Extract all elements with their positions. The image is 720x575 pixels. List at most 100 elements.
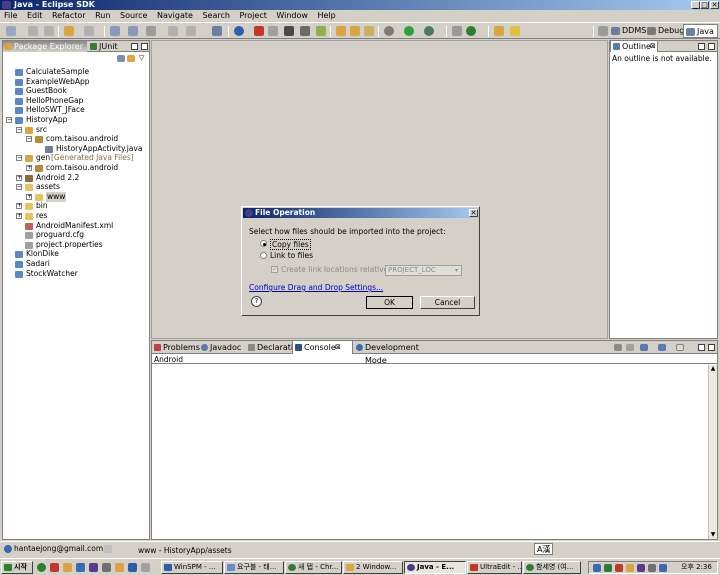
tree-item[interactable]: + bin <box>5 201 149 211</box>
close-tab-icon[interactable]: ⊠ <box>335 341 341 354</box>
open-folder-icon[interactable] <box>494 26 504 36</box>
tray-icon[interactable] <box>648 564 656 572</box>
ie-icon[interactable] <box>76 563 85 572</box>
close-button[interactable]: ✕ <box>710 1 719 9</box>
tab-junit[interactable]: JUnit <box>88 41 128 52</box>
start-button[interactable]: 시작 <box>1 561 33 574</box>
perspective-java[interactable]: Java <box>683 24 718 38</box>
clear-console-icon[interactable] <box>614 344 622 351</box>
open-perspective-icon[interactable] <box>598 26 608 36</box>
bug-icon[interactable] <box>300 26 310 36</box>
tree-item[interactable]: StockWatcher <box>5 269 149 279</box>
wand-icon[interactable] <box>510 26 520 36</box>
forward-icon[interactable] <box>84 26 94 36</box>
task-blog[interactable]: 요구블 - 태... <box>224 561 284 574</box>
tree-item[interactable]: HelloSWT_JFace <box>5 105 149 115</box>
tree-item[interactable]: + Android 2.2 <box>5 173 149 183</box>
menu-window[interactable]: Window <box>276 11 308 20</box>
tab-problems[interactable]: Problems <box>152 341 200 354</box>
debug-run-icon[interactable] <box>384 26 394 36</box>
maximize-view-icon[interactable] <box>708 344 715 351</box>
menu-help[interactable]: Help <box>318 11 336 20</box>
tree-item[interactable]: + www <box>5 191 149 202</box>
tree-item[interactable]: CalculateSample <box>5 67 149 77</box>
maximize-view-icon[interactable] <box>708 43 715 50</box>
tab-console[interactable]: Console ⊠ <box>292 341 353 354</box>
minimize-button[interactable]: _ <box>691 1 700 9</box>
menu-project[interactable]: Project <box>239 11 266 20</box>
collapse-toggle-icon[interactable]: − <box>16 126 22 133</box>
view-menu-icon[interactable]: ▽ <box>139 54 144 62</box>
chevron-down-icon[interactable]: ▾ <box>452 266 461 275</box>
tree-item[interactable]: + com.taisou.android <box>5 163 149 173</box>
save-icon[interactable] <box>28 26 38 36</box>
coverage-icon[interactable] <box>452 26 462 36</box>
chrome-icon[interactable] <box>37 563 46 572</box>
device-icon[interactable] <box>284 26 294 36</box>
app-icon[interactable] <box>102 563 111 572</box>
scroll-lock-icon[interactable] <box>626 344 634 351</box>
perspective-debug[interactable]: Debug <box>645 24 687 38</box>
fast-view-icon[interactable] <box>104 545 112 553</box>
tree-item[interactable]: project.properties <box>5 240 149 250</box>
search-icon[interactable] <box>168 26 178 36</box>
maximize-button[interactable]: □ <box>700 1 709 9</box>
new-package-icon[interactable] <box>350 26 360 36</box>
print-icon[interactable] <box>44 26 54 36</box>
copy-files-label[interactable]: Copy files <box>270 239 311 250</box>
relative-link-checkbox[interactable]: ✓ <box>271 266 278 273</box>
expand-toggle-icon[interactable]: + <box>16 213 22 219</box>
tree-item[interactable]: − gen [Generated Java Files] <box>5 153 149 163</box>
expand-toggle-icon[interactable]: + <box>16 203 22 210</box>
menu-search[interactable]: Search <box>202 11 229 20</box>
task-chrome[interactable]: 새 탭 - Chr... <box>285 561 342 574</box>
tree-item[interactable]: + res <box>5 211 149 221</box>
tab-outline[interactable]: Outline ⊠ <box>610 41 658 52</box>
tree-item[interactable]: − src <box>5 125 149 135</box>
tree-item[interactable]: − com.taisou.android <box>5 134 149 144</box>
tab-javadoc[interactable]: Javadoc <box>199 341 246 354</box>
minimize-view-icon[interactable] <box>698 43 705 50</box>
tab-package-explorer[interactable]: Package Explorer <box>3 41 87 52</box>
debug-target-icon[interactable] <box>268 26 278 36</box>
perspective-ddms[interactable]: DDMS <box>609 24 649 38</box>
app-icon[interactable] <box>128 563 137 572</box>
app-icon[interactable] <box>115 563 124 572</box>
web-icon[interactable] <box>234 26 244 36</box>
app-icon[interactable] <box>89 563 98 572</box>
google-icon[interactable] <box>466 26 476 36</box>
tree-item[interactable]: Sadari <box>5 259 149 269</box>
menu-refactor[interactable]: Refactor <box>52 11 86 20</box>
display-console-icon[interactable] <box>640 344 648 351</box>
menu-file[interactable]: File <box>4 11 17 20</box>
tree-item[interactable]: − HistoryApp <box>5 115 149 125</box>
scroll-up-icon[interactable]: ▲ <box>709 365 717 373</box>
minimize-view-icon[interactable] <box>698 344 705 351</box>
scroll-down-icon[interactable]: ▼ <box>709 531 717 539</box>
task-messenger[interactable]: 함세영 (여... <box>523 561 581 574</box>
tree-item[interactable]: HelloPhoneGap <box>5 96 149 106</box>
collapse-toggle-icon[interactable]: − <box>26 136 32 143</box>
tree-item[interactable]: proguard.cfg <box>5 230 149 240</box>
gwt-icon[interactable] <box>254 26 264 36</box>
new-class-icon[interactable] <box>364 26 374 36</box>
help-icon[interactable]: ? <box>251 296 262 307</box>
menu-source[interactable]: Source <box>120 11 147 20</box>
collapse-toggle-icon[interactable]: − <box>16 155 22 162</box>
link-files-label[interactable]: Link to files <box>270 251 313 260</box>
expand-toggle-icon[interactable]: + <box>16 174 22 181</box>
tree-item[interactable]: ExampleWebApp <box>5 77 149 87</box>
dialog-close-button[interactable]: ✕ <box>469 209 478 217</box>
task-windows[interactable]: 2 Window... <box>343 561 403 574</box>
tree-item[interactable]: HistoryAppActivity.java <box>5 144 149 154</box>
annotation-icon[interactable] <box>186 26 196 36</box>
collapse-toggle-icon[interactable]: − <box>6 117 12 123</box>
console-scrollbar[interactable]: ▲ ▼ <box>708 365 717 539</box>
maximize-view-icon[interactable] <box>141 43 148 50</box>
tree-item[interactable]: KlonDike <box>5 249 149 259</box>
new-project-icon[interactable] <box>336 26 346 36</box>
open-task-icon[interactable] <box>128 26 138 36</box>
configure-dnd-link[interactable]: Configure Drag and Drop Settings... <box>249 283 383 292</box>
tree-item[interactable]: − assets <box>5 182 149 192</box>
menu-navigate[interactable]: Navigate <box>157 11 193 20</box>
